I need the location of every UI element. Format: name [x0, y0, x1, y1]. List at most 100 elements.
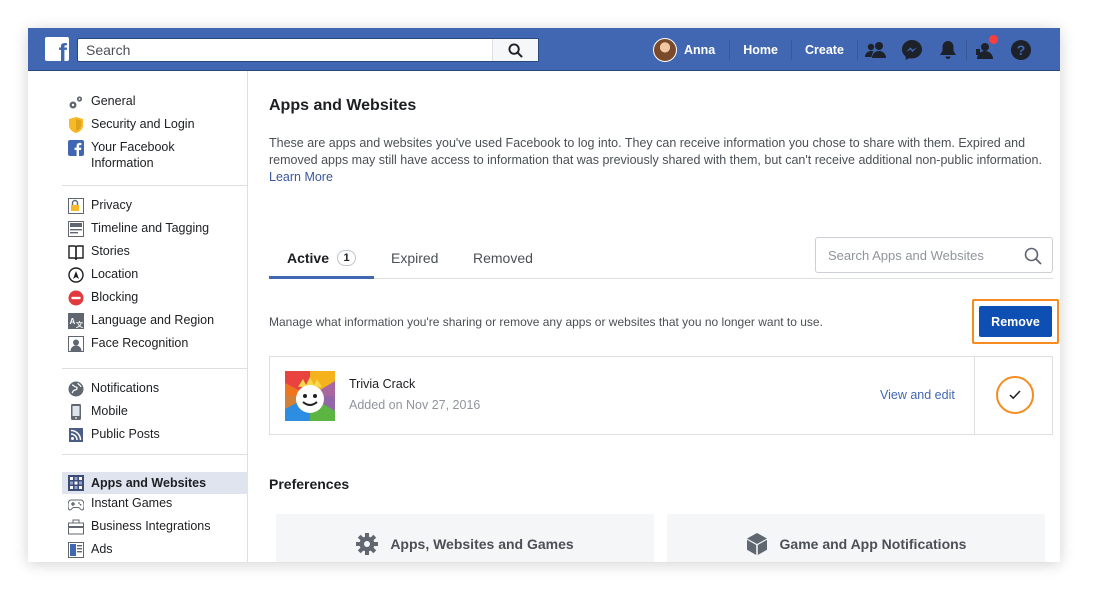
- messenger-icon: [901, 39, 922, 60]
- avatar: [653, 37, 677, 62]
- apps-search-box: [815, 237, 1053, 273]
- tab-active[interactable]: Active 1: [269, 237, 374, 279]
- bell-icon: [939, 40, 956, 59]
- sidebar-item-mobile[interactable]: Mobile: [62, 403, 248, 426]
- pref-card-apps-websites-games[interactable]: Apps, Websites and Games: [276, 514, 654, 562]
- app-name: Trivia Crack: [349, 377, 416, 391]
- create-link[interactable]: Create: [792, 28, 857, 71]
- sidebar-group-notifications: Notifications Mobile Public Posts: [62, 380, 248, 449]
- friend-requests-button[interactable]: [858, 28, 894, 71]
- sidebar-item-label: Apps and Websites: [91, 476, 207, 490]
- tab-expired[interactable]: Expired: [391, 237, 438, 279]
- intro-paragraph: These are apps and websites you've used …: [269, 136, 1042, 167]
- sidebar-group-account: General Security and Login Your Facebook…: [62, 93, 248, 177]
- trivia-crack-app-icon: [285, 371, 335, 421]
- sidebar-item-blocking[interactable]: Blocking: [62, 289, 248, 312]
- sidebar-divider: [62, 454, 248, 455]
- sidebar-item-privacy[interactable]: Privacy: [62, 197, 248, 220]
- rss-icon: [68, 427, 84, 443]
- sidebar-item-label: Location: [91, 267, 139, 281]
- messenger-button[interactable]: [894, 28, 930, 71]
- sidebar-item-label: Instant Games: [91, 496, 173, 510]
- preferences-title: Preferences: [269, 476, 350, 492]
- sidebar-item-security[interactable]: Security and Login: [62, 116, 248, 139]
- globe-icon: [68, 381, 84, 397]
- search-icon[interactable]: [1024, 247, 1042, 265]
- app-added-date: Added on Nov 27, 2016: [349, 398, 481, 412]
- create-label: Create: [804, 42, 844, 57]
- sidebar-item-label: Privacy: [91, 198, 132, 212]
- remove-button-highlight: Remove: [972, 299, 1059, 344]
- privacy-lock-icon: [68, 198, 84, 214]
- apps-search-input[interactable]: [816, 238, 1016, 272]
- quick-help-people-button[interactable]: [967, 28, 1003, 71]
- home-link[interactable]: Home: [730, 28, 791, 71]
- page-title: Apps and Websites: [269, 97, 417, 114]
- language-icon: A文: [68, 313, 84, 329]
- notifications-button[interactable]: [930, 28, 966, 71]
- sidebar-item-label: Blocking: [91, 290, 139, 304]
- svg-text:文: 文: [76, 320, 84, 329]
- checkmark-icon: [1009, 390, 1021, 400]
- sidebar-item-your-facebook-information[interactable]: Your Facebook Information: [62, 139, 248, 177]
- book-icon: [68, 244, 84, 260]
- blocking-icon: [68, 290, 84, 306]
- sidebar-item-stories[interactable]: Stories: [62, 243, 248, 266]
- tab-label: Removed: [473, 250, 533, 266]
- sidebar-item-label: Stories: [91, 244, 130, 258]
- sidebar-item-label: Public Posts: [91, 427, 160, 441]
- learn-more-link[interactable]: Learn More: [269, 170, 333, 184]
- manage-description: Manage what information you're sharing o…: [269, 315, 823, 329]
- svg-text:A: A: [70, 317, 76, 326]
- sidebar-item-apps-websites[interactable]: Apps and Websites: [62, 472, 248, 494]
- sidebar-group-privacy: Privacy Timeline and Tagging Stories Loc…: [62, 197, 248, 358]
- sidebar-divider: [62, 185, 248, 186]
- sidebar-item-public-posts[interactable]: Public Posts: [62, 426, 248, 449]
- tab-count-badge: 1: [337, 250, 357, 266]
- sidebar-item-notifications[interactable]: Notifications: [62, 380, 248, 403]
- pref-card-label: Game and App Notifications: [779, 536, 967, 552]
- top-nav-right: Anna Home Create ?: [653, 28, 1039, 71]
- location-icon: [68, 267, 84, 283]
- view-and-edit-link[interactable]: View and edit: [880, 388, 955, 402]
- main-content: Apps and Websites These are apps and web…: [269, 71, 1060, 562]
- business-icon: [68, 519, 84, 535]
- sidebar-item-language-region[interactable]: A文 Language and Region: [62, 312, 248, 335]
- timeline-icon: [68, 221, 84, 237]
- apps-grid-icon: [68, 475, 84, 491]
- sidebar-item-timeline-tagging[interactable]: Timeline and Tagging: [62, 220, 248, 243]
- ads-icon: [68, 542, 84, 558]
- sidebar-item-ads[interactable]: Ads: [62, 541, 248, 562]
- friends-icon: [864, 41, 886, 58]
- sidebar-item-business-integrations[interactable]: Business Integrations: [62, 518, 248, 541]
- sidebar-item-label: Notifications: [91, 381, 160, 395]
- facebook-square-icon: [68, 140, 84, 156]
- gamepad-icon: [68, 496, 84, 512]
- tab-removed[interactable]: Removed: [473, 237, 533, 279]
- sidebar-item-face-recognition[interactable]: Face Recognition: [62, 335, 248, 358]
- global-search: [77, 38, 539, 62]
- global-search-button[interactable]: [492, 39, 538, 61]
- face-recognition-icon: [68, 336, 84, 352]
- sidebar-item-label: Timeline and Tagging: [91, 221, 210, 235]
- top-navigation-bar: f Anna Home Create: [28, 28, 1060, 71]
- facebook-logo[interactable]: f: [45, 37, 69, 61]
- sidebar-item-label: General: [91, 94, 136, 108]
- sidebar-item-instant-games[interactable]: Instant Games: [62, 495, 248, 518]
- sidebar-item-location[interactable]: Location: [62, 266, 248, 289]
- global-search-input[interactable]: [78, 39, 492, 61]
- mobile-icon: [68, 404, 84, 420]
- remove-button[interactable]: Remove: [979, 306, 1052, 337]
- app-row: Trivia Crack Added on Nov 27, 2016 View …: [269, 356, 1053, 435]
- search-icon: [508, 42, 523, 58]
- app-select-checkbox[interactable]: [996, 376, 1034, 414]
- profile-link[interactable]: Anna: [653, 28, 729, 71]
- tab-label: Expired: [391, 250, 439, 266]
- pref-card-game-app-notifications[interactable]: Game and App Notifications: [667, 514, 1045, 562]
- help-button[interactable]: ?: [1003, 28, 1039, 71]
- gears-icon: [68, 94, 84, 110]
- sidebar-item-general[interactable]: General: [62, 93, 248, 116]
- gear-icon: [356, 533, 379, 555]
- help-icon: ?: [1010, 39, 1031, 60]
- sidebar-item-label: Language and Region: [91, 313, 215, 327]
